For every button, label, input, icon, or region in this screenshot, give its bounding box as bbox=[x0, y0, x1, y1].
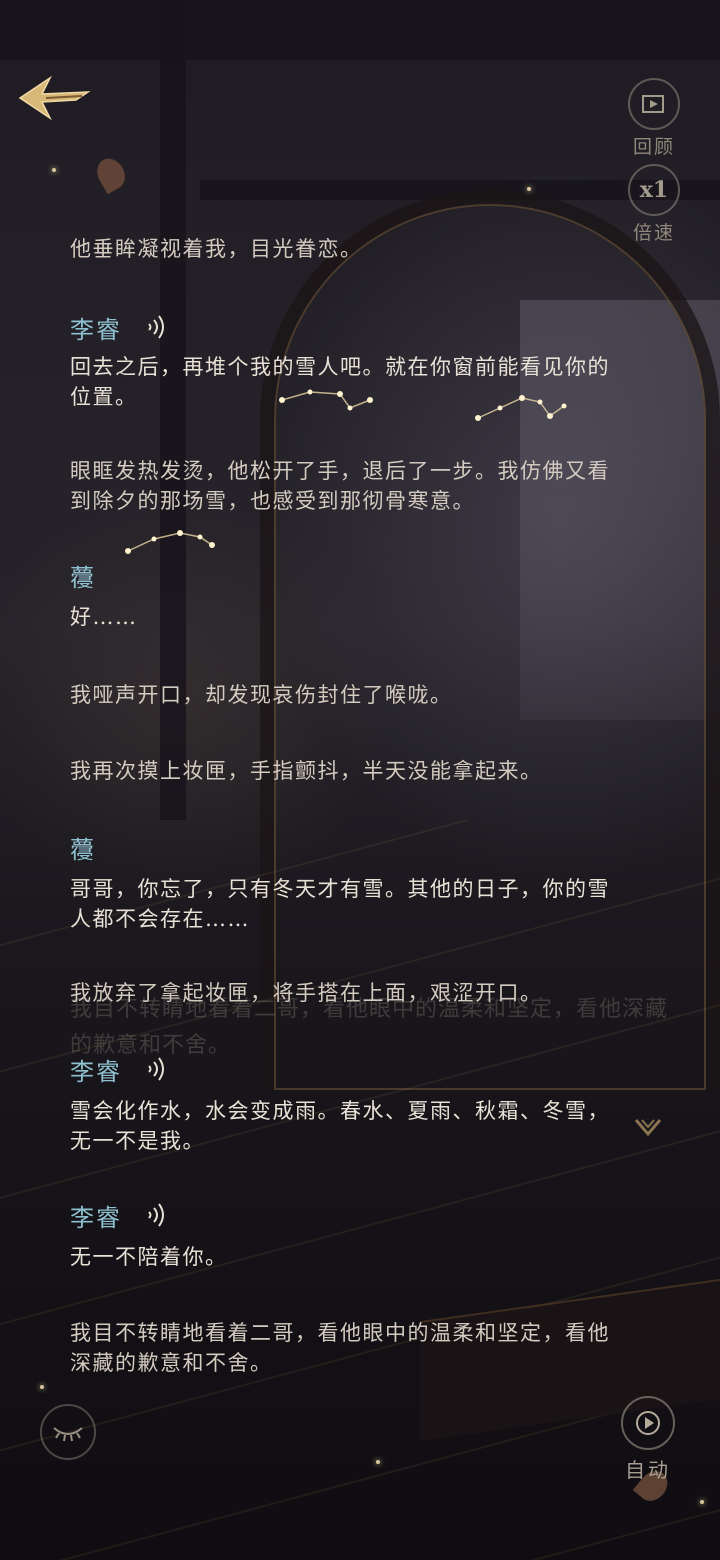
review-button[interactable]: 回顾 bbox=[626, 78, 682, 159]
dialogue-text: 回去之后，再堆个我的雪人吧。就在你窗前能看见你的位置。 bbox=[70, 355, 610, 409]
petal-decoration bbox=[91, 153, 131, 195]
speaker-name: 李睿 bbox=[70, 1198, 630, 1232]
back-arrow-icon bbox=[18, 75, 91, 121]
hide-ui-button[interactable] bbox=[40, 1404, 96, 1460]
ceiling-beam bbox=[0, 0, 720, 60]
dialogue-entry: 李睿 无一不陪着你。 bbox=[70, 1198, 630, 1272]
auto-play-button[interactable]: 自动 bbox=[618, 1396, 678, 1483]
dialogue-entry: 李睿 回去之后，再堆个我的雪人吧。就在你窗前能看见你的位置。 bbox=[70, 310, 630, 412]
dialogue-text: 雪会化作水，水会变成雨。春水、夏雨、秋霜、冬雪，无一不是我。 bbox=[70, 1099, 610, 1153]
narration-text: 我目不转睛地看着二哥，看他眼中的温柔和坚定，看他深藏的歉意和不舍。 bbox=[70, 1321, 610, 1375]
speaker-label: 李睿 bbox=[70, 315, 122, 344]
back-button[interactable] bbox=[16, 72, 92, 124]
speaker-name: 李睿 bbox=[70, 310, 630, 344]
dialogue-entry: 眼眶发热发烫，他松开了手，退后了一步。我仿佛又看到除夕的那场雪，也感受到那彻骨寒… bbox=[70, 456, 630, 516]
dialogue-entry: 他垂眸凝视着我，目光眷恋。 bbox=[70, 234, 630, 264]
dialogue-text: 哥哥，你忘了，只有冬天才有雪。其他的日子，你的雪人都不会存在…… bbox=[70, 877, 610, 931]
dialogue-entry: 我哑声开口，却发现哀伤封住了喉咙。 bbox=[70, 680, 630, 710]
speaker-label: 李睿 bbox=[70, 1057, 122, 1086]
narration-text: 我放弃了拿起妆匣，将手搭在上面，艰涩开口。 bbox=[70, 981, 543, 1005]
sparkle bbox=[376, 1460, 380, 1464]
narration-text: 我再次摸上妆匣，手指颤抖，半天没能拿起来。 bbox=[70, 759, 543, 783]
voice-play-icon[interactable] bbox=[146, 1202, 166, 1228]
closed-eye-icon bbox=[53, 1427, 83, 1442]
narration-text: 眼眶发热发烫，他松开了手，退后了一步。我仿佛又看到除夕的那场雪，也感受到那彻骨寒… bbox=[70, 459, 610, 513]
narration-text: 我哑声开口，却发现哀伤封住了喉咙。 bbox=[70, 683, 453, 707]
dialogue-text: 无一不陪着你。 bbox=[70, 1245, 228, 1269]
dialogue-entry: 我放弃了拿起妆匣，将手搭在上面，艰涩开口。 bbox=[70, 978, 630, 1008]
speaker-name: 蘉 bbox=[70, 558, 630, 592]
dialogue-entry: 我再次摸上妆匣，手指颤抖，半天没能拿起来。 bbox=[70, 756, 630, 786]
chevron-down-icon[interactable] bbox=[632, 1112, 664, 1144]
narration-text: 他垂眸凝视着我，目光眷恋。 bbox=[70, 237, 363, 261]
sparkle bbox=[52, 168, 56, 172]
auto-label: 自动 bbox=[625, 1458, 671, 1482]
review-label: 回顾 bbox=[632, 136, 675, 158]
speaker-label: 蘉 bbox=[70, 835, 96, 864]
speaker-label: 蘉 bbox=[70, 563, 96, 592]
auto-play-icon bbox=[621, 1396, 675, 1450]
speed-button[interactable]: x1 倍速 bbox=[626, 164, 682, 245]
voice-play-icon[interactable] bbox=[146, 1056, 166, 1082]
dialogue-entry: 蘉 好…… bbox=[70, 558, 630, 632]
game-scene: 我目不转睛地看着二哥，看他眼中的温柔和坚定，看他深藏的歉意和不舍。 回顾 x1 … bbox=[0, 0, 720, 1560]
sparkle bbox=[40, 1385, 44, 1389]
dialogue-entry: 蘉 哥哥，你忘了，只有冬天才有雪。其他的日子，你的雪人都不会存在…… bbox=[70, 830, 630, 934]
dialogue-text: 好…… bbox=[70, 605, 138, 629]
dialogue-entry: 我目不转睛地看着二哥，看他眼中的温柔和坚定，看他深藏的歉意和不舍。 bbox=[70, 1318, 630, 1378]
sparkle bbox=[700, 1500, 704, 1504]
voice-play-icon[interactable] bbox=[146, 314, 166, 340]
speaker-name: 蘉 bbox=[70, 830, 630, 864]
speaker-name: 李睿 bbox=[70, 1052, 630, 1086]
dialogue-entry: 李睿 雪会化作水，水会变成雨。春水、夏雨、秋霜、冬雪，无一不是我。 bbox=[70, 1052, 630, 1156]
speed-value: x1 bbox=[628, 164, 680, 216]
review-icon bbox=[628, 78, 680, 130]
sparkle bbox=[527, 187, 531, 191]
speed-label: 倍速 bbox=[632, 222, 675, 244]
speaker-label: 李睿 bbox=[70, 1203, 122, 1232]
